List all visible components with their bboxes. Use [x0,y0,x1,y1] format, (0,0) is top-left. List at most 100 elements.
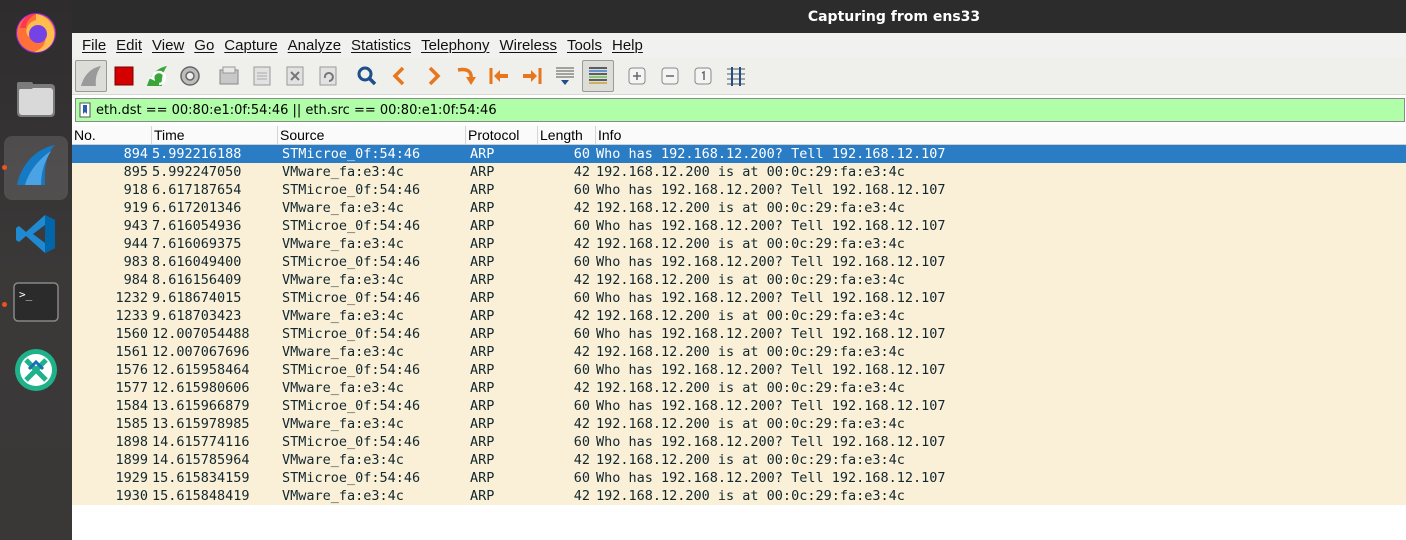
vscode-launcher[interactable] [4,204,68,268]
files-launcher[interactable] [4,70,68,134]
column-header-source[interactable]: Source [278,126,466,144]
running-indicator [2,302,7,307]
packet-row-selected[interactable]: 894 5.992216188 STMicroe_0f:54:46 ARP 60 Who … [72,145,1406,163]
packet-length: 60 [573,362,590,378]
colorize-button[interactable] [582,59,614,92]
packet-row[interactable]: 1576 12.615958464 STMicroe_0f:54:46 ARP 60 Wh… [72,361,1406,379]
stop-capture-button[interactable] [108,60,140,92]
column-header-length[interactable]: Length [538,126,596,144]
packet-source: VMware_fa:e3:4c [282,488,404,504]
column-header-no[interactable]: No. [72,126,152,144]
packet-time: 9.618674015 [152,290,242,306]
go-to-packet-button[interactable] [450,60,482,92]
terminal-launcher[interactable]: >_ [4,272,68,336]
capture-options-button[interactable] [174,60,206,92]
stop-icon [114,66,134,85]
reload-file-button[interactable] [312,60,344,92]
zoom-in-icon [628,67,646,84]
packet-row[interactable]: 895 5.992247050 VMware_fa:e3:4c ARP 42 192.16… [72,163,1406,181]
packet-protocol: ARP [470,200,495,216]
packet-row[interactable]: 919 6.617201346 VMware_fa:e3:4c ARP 42 192.16… [72,199,1406,217]
packet-row[interactable]: 1561 12.007067696 VMware_fa:e3:4c ARP 42 192.… [72,343,1406,361]
packet-row[interactable]: 1898 14.615774116 STMicroe_0f:54:46 ARP 60 Wh… [72,433,1406,451]
menu-capture[interactable]: Capture [219,37,282,54]
packet-row[interactable]: 1899 14.615785964 VMware_fa:e3:4c ARP 42 192.… [72,451,1406,469]
last-packet-button[interactable] [516,60,548,92]
display-filter-input[interactable] [94,99,1404,121]
first-packet-button[interactable] [483,60,515,92]
packet-length: 60 [573,218,590,234]
last-arrow-icon [523,67,542,84]
packet-info: Who has 192.168.12.200? Tell 192.168.12.… [596,434,946,450]
packet-time: 7.616054936 [152,218,242,234]
find-packet-button[interactable] [351,60,383,92]
packet-list-header: No. Time Source Protocol Length Info [72,126,1406,145]
zoom-out-button[interactable] [654,60,686,92]
packet-info: Who has 192.168.12.200? Tell 192.168.12.… [596,290,946,306]
menu-go[interactable]: Go [189,37,219,54]
packet-row[interactable]: 984 8.616156409 VMware_fa:e3:4c ARP 42 192.16… [72,271,1406,289]
colorize-icon [589,66,607,84]
packet-source: STMicroe_0f:54:46 [282,362,421,378]
packet-row[interactable]: 1577 12.615980606 VMware_fa:e3:4c ARP 42 192.… [72,379,1406,397]
column-header-protocol[interactable]: Protocol [466,126,538,144]
zoom-in-button[interactable] [621,60,653,92]
menu-edit[interactable]: Edit [111,37,147,54]
packet-protocol: ARP [470,362,495,378]
packet-row[interactable]: 1233 9.618703423 VMware_fa:e3:4c ARP 42 192.1… [72,307,1406,325]
packet-protocol: ARP [470,164,495,180]
packet-row[interactable]: 983 8.616049400 STMicroe_0f:54:46 ARP 60 Who … [72,253,1406,271]
packet-source: VMware_fa:e3:4c [282,344,404,360]
menu-tools[interactable]: Tools [562,37,607,54]
packet-row[interactable]: 1585 13.615978985 VMware_fa:e3:4c ARP 42 192.… [72,415,1406,433]
packet-protocol: ARP [470,182,495,198]
restart-capture-button[interactable] [141,60,173,92]
packet-row[interactable]: 944 7.616069375 VMware_fa:e3:4c ARP 42 192.16… [72,235,1406,253]
packet-row[interactable]: 1560 12.007054488 STMicroe_0f:54:46 ARP 60 Wh… [72,325,1406,343]
menu-statistics[interactable]: Statistics [346,37,416,54]
packet-row[interactable]: 1232 9.618674015 STMicroe_0f:54:46 ARP 60 Who… [72,289,1406,307]
resize-columns-button[interactable] [720,60,752,92]
start-capture-button[interactable] [75,59,107,92]
packet-row[interactable]: 1584 13.615966879 STMicroe_0f:54:46 ARP 60 Wh… [72,397,1406,415]
packet-no: 1576 [115,362,148,378]
vscode-icon [14,212,58,260]
filter-bookmark-button[interactable] [76,99,94,121]
close-file-button[interactable] [279,60,311,92]
packet-row[interactable]: 1930 15.615848419 VMware_fa:e3:4c ARP 42 192.… [72,487,1406,505]
chevron-right-icon [428,66,441,85]
packet-no: 1561 [115,344,148,360]
gear-icon [180,65,200,86]
packet-no: 919 [123,200,148,216]
menu-help[interactable]: Help [607,37,648,54]
menu-telephony[interactable]: Telephony [416,37,494,54]
packet-source: STMicroe_0f:54:46 [282,290,421,306]
save-file-button[interactable] [246,60,278,92]
files-icon [14,78,58,126]
first-arrow-icon [489,67,508,84]
packet-row[interactable]: 1929 15.615834159 STMicroe_0f:54:46 ARP 60 Wh… [72,469,1406,487]
packet-row[interactable]: 918 6.617187654 STMicroe_0f:54:46 ARP 60 Who … [72,181,1406,199]
packet-time: 15.615848419 [152,488,250,504]
packet-no: 944 [123,236,148,252]
column-header-info[interactable]: Info [596,126,1406,144]
normal-size-button[interactable] [687,60,719,92]
wireshark-launcher[interactable] [4,136,68,200]
menu-view[interactable]: View [147,37,189,54]
packet-source: STMicroe_0f:54:46 [282,146,421,162]
packet-protocol: ARP [470,308,495,324]
autoscroll-button[interactable] [549,60,581,92]
menu-wireless[interactable]: Wireless [494,37,562,54]
menu-analyze[interactable]: Analyze [283,37,346,54]
open-file-button[interactable] [213,60,245,92]
go-forward-button[interactable] [417,60,449,92]
menu-file[interactable]: File [77,37,111,54]
packet-row[interactable]: 943 7.616054936 STMicroe_0f:54:46 ARP 60 Who … [72,217,1406,235]
go-back-button[interactable] [384,60,416,92]
packet-length: 60 [573,254,590,270]
packet-length: 60 [573,146,590,162]
firefox-icon [12,8,60,60]
firefox-launcher[interactable] [4,2,68,66]
remote-desktop-launcher[interactable] [4,340,68,404]
column-header-time[interactable]: Time [152,126,278,144]
